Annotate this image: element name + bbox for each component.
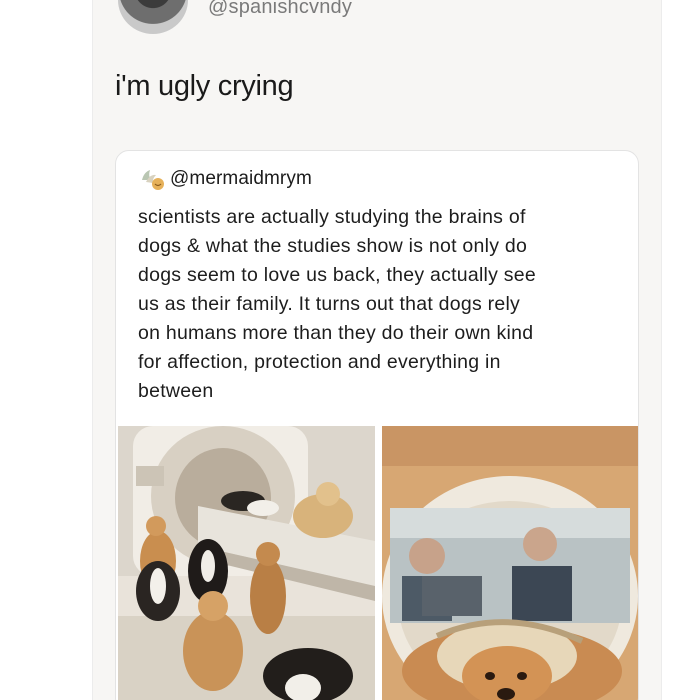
quoted-line: dogs & what the studies show is not only… — [138, 235, 528, 257]
quoted-line: between — [138, 380, 214, 402]
quoted-text: scientists are actually studying the bra… — [138, 203, 633, 406]
avatar[interactable] — [118, 0, 188, 34]
tweet-text: i'm ugly crying — [115, 70, 294, 102]
quoted-line: scientists are actually studying the bra… — [138, 206, 526, 228]
photo-dogs-mri-group[interactable] — [118, 426, 375, 700]
quoted-line: dogs seem to love us back, they actually… — [138, 264, 536, 286]
quoted-line: us as their family. It turns out that do… — [138, 293, 521, 315]
quoted-tweet[interactable]: @mermaidmrym scientists are actually stu… — [115, 150, 639, 700]
photo-dog-in-mri[interactable] — [382, 426, 638, 700]
quoted-handle[interactable]: @mermaidmrym — [170, 168, 312, 190]
quoted-line: on humans more than they do their own ki… — [138, 322, 534, 344]
author-handle[interactable]: @spanishcvndy — [208, 0, 352, 19]
quoted-header: @mermaidmrym — [138, 165, 312, 193]
tweet-card: @spanishcvndy i'm ugly crying @mermaidmr… — [92, 0, 662, 700]
quoted-line: for affection, protection and everything… — [138, 351, 501, 373]
emoji-icon — [138, 166, 168, 192]
